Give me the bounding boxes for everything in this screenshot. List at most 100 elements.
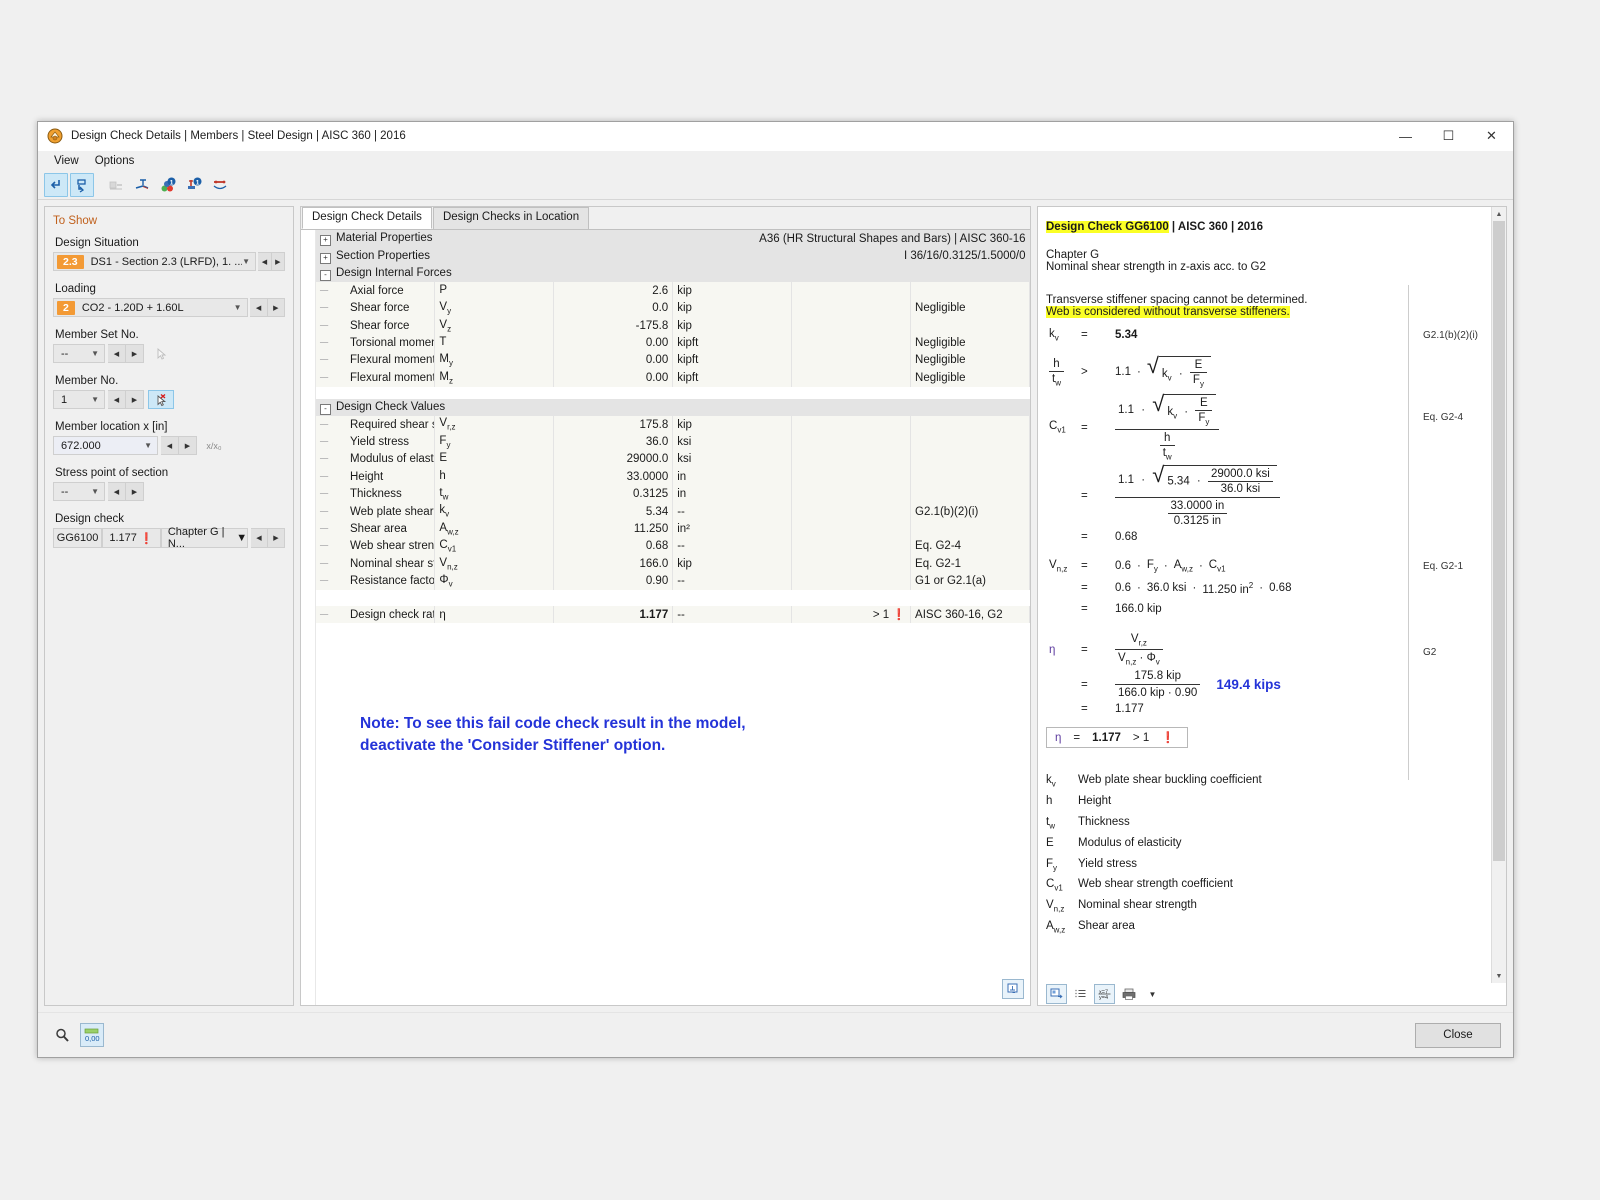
copy-image-icon[interactable] [1046,984,1067,1004]
menu-item-view[interactable]: View [46,153,87,169]
svg-text:1: 1 [196,179,200,186]
expand-table-button[interactable] [1002,979,1024,999]
expand-icon[interactable]: + [320,235,331,247]
table-row[interactable]: ─Resistance factor for shear Φv 0.90 -- … [316,572,1030,590]
print-dropdown-icon[interactable]: ▼ [1142,984,1163,1004]
legend-symbol: h [1046,795,1053,808]
row-label: Required shear strength [350,418,434,431]
diagram-icon[interactable] [208,173,232,197]
menu-item-options[interactable]: Options [87,153,143,169]
design-check-details-panel: Design Check Details Design Checks in Lo… [300,206,1031,1006]
row-symbol-sub: v1 [447,544,457,554]
tab-design-checks-in-location[interactable]: Design Checks in Location [432,207,590,229]
table-row[interactable]: ─ Yield stress Fy 36.0 ksi [316,433,1030,451]
row-unit: kip [672,299,793,317]
design-check-next-button[interactable]: ▶ [267,528,285,548]
chevron-down-icon: ▼ [91,487,99,496]
design-situation-select[interactable]: 2.3 DS1 - Section 2.3 (LRFD), 1. ... ▼ [53,252,256,271]
relative-location-toggle[interactable]: x/x₀ [201,436,227,455]
formula-values-icon[interactable]: x=7 y=4 [1094,984,1115,1004]
collapse-icon[interactable]: - [320,403,331,415]
table-row[interactable]: ─Web shear strength coefficient Cv1 0.68… [316,537,1030,556]
report-subtitle: Nominal shear strength in z-axis acc. to… [1046,261,1266,273]
member-no-prev-button[interactable]: ◀ [108,390,126,409]
table-row[interactable]: ─ Axial force P 2.6 kip [316,282,1030,300]
table-row-group-material[interactable]: + Material Properties A36 (HR Structural … [316,230,1030,248]
select-tool-icon[interactable] [50,1023,74,1047]
table-row[interactable]: ─ Height h 33.0000 in [316,468,1030,486]
redo-icon[interactable] [70,173,94,197]
row-value: 0.68 [553,537,674,556]
svg-text:0,00: 0,00 [85,1034,100,1043]
table-row[interactable]: ─Modulus of elasticity E 29000.0 ksi [316,450,1030,469]
member-location-input[interactable]: 672.000 ▼ [53,436,158,455]
design-situation-next-button[interactable]: ▶ [271,252,285,271]
undo-icon[interactable] [44,173,68,197]
chevron-down-icon: ▼ [233,303,242,312]
collapse-icon[interactable]: - [320,269,331,281]
design-situation-prev-button[interactable]: ◀ [258,252,272,271]
chevron-down-icon: ▼ [144,441,152,450]
table-row[interactable]: ─Web plate shear buckling coefficient kv… [316,502,1030,521]
h-symbol: h [1159,432,1175,446]
maximize-button[interactable]: ☐ [1427,122,1470,150]
close-button[interactable]: Close [1415,1022,1501,1048]
tab-design-check-details[interactable]: Design Check Details [302,207,432,229]
design-check-ratio-cell[interactable]: 1.177 ❗ [102,528,161,548]
table-row-group-design-check-values[interactable]: - Design Check Values [316,398,1030,416]
table-row[interactable]: ─ Flexural moment Mz 0.00 kipft Negligibl… [316,369,1030,387]
stress-point-icon[interactable] [130,173,154,197]
numeric-values-icon[interactable]: 0,00 [80,1023,104,1047]
list-icon[interactable] [1070,984,1091,1004]
table-row[interactable]: ─ Shear force Vz -175.8 kip [316,316,1030,335]
expand-icon[interactable]: + [320,252,331,264]
info-node-icon[interactable]: 1 [182,173,206,197]
table-row[interactable]: ─ Flexural moment My 0.00 kipft Negligibl… [316,351,1030,370]
stress-point-prev-button[interactable]: ◀ [108,482,126,501]
legend-description: Height [1078,795,1112,808]
report-scrollbar[interactable]: ▲ ▼ [1491,207,1506,983]
stress-point-label: Stress point of section [55,467,169,479]
row-unit: in² [672,520,793,538]
member-location-prev-button[interactable]: ◀ [161,436,179,455]
scroll-up-arrow-icon[interactable]: ▲ [1492,207,1506,221]
table-row-design-check-ratio[interactable]: ─Design check ratio η 1.177 -- > 1 ❗ AIS… [316,605,1030,624]
table-row[interactable]: ─Nominal shear strength Vn,z 166.0 kip E… [316,555,1030,573]
stress-point-next-button[interactable]: ▶ [126,482,144,501]
loading-next-button[interactable]: ▶ [267,298,285,317]
legend-description: Modulus of elasticity [1078,836,1182,849]
row-value: 33.0000 [553,468,674,486]
table-row[interactable]: ─ Torsional moment T 0.00 kipft Negligibl… [316,334,1030,352]
member-no-select[interactable]: 1 ▼ [53,390,105,409]
member-location-next-button[interactable]: ▶ [179,436,197,455]
member-no-next-button[interactable]: ▶ [126,390,144,409]
loading-prev-button[interactable]: ◀ [250,298,268,317]
close-window-button[interactable]: ✕ [1470,122,1513,150]
minimize-button[interactable]: — [1384,122,1427,150]
table-row-group-section[interactable]: + Section Properties I 36/16/0.3125/1.500… [316,247,1030,265]
design-check-desc-select[interactable]: Chapter G | N... ▼ [160,526,249,550]
design-check-prev-button[interactable]: ◀ [250,528,268,548]
member-set-no-select[interactable]: -- ▼ [53,344,105,363]
info-member-icon[interactable]: 1 [156,173,180,197]
table-row[interactable]: ─ Thickness tw 0.3125 in [316,485,1030,503]
pick-member-set-icon[interactable] [148,344,174,363]
row-value: 0.90 [553,572,674,590]
member-set-prev-button[interactable]: ◀ [108,344,126,363]
stress-point-select[interactable]: -- ▼ [53,482,105,501]
table-row[interactable]: ─Required shear strength Vr,z 175.8 kip [316,415,1030,434]
scrollbar-thumb[interactable] [1493,221,1505,861]
section-view-icon[interactable] [104,173,128,197]
loading-select[interactable]: 2 CO2 - 1.20D + 1.60L ▼ [53,298,248,317]
Awz-symbol: Aw,z [1173,558,1193,574]
scroll-down-arrow-icon[interactable]: ▼ [1492,969,1506,983]
table-row-group-internal-forces[interactable]: - Design Internal Forces [316,264,1030,283]
member-set-next-button[interactable]: ▶ [126,344,144,363]
table-row[interactable]: ─ Shear force Vy 0.0 kip Negligible [316,299,1030,317]
pick-member-icon[interactable] [148,390,174,409]
print-icon[interactable] [1118,984,1139,1004]
error-flag-icon: ❗ [892,609,907,621]
design-check-code[interactable]: GG6100 [53,528,103,548]
table-row[interactable]: ─ Shear area Aw,z 11.250 in² [316,520,1030,538]
row-symbol: A [439,521,448,534]
